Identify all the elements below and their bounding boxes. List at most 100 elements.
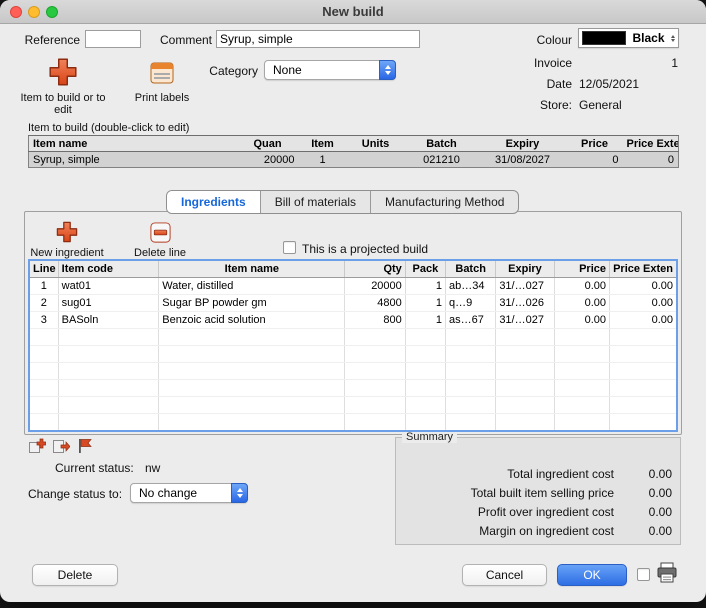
cancel-button[interactable]: Cancel bbox=[462, 564, 547, 586]
projected-build-checkbox[interactable] bbox=[283, 241, 296, 254]
print-checkbox[interactable] bbox=[637, 568, 650, 581]
tab-bar: Ingredients Bill of materials Manufactur… bbox=[166, 190, 519, 214]
cell-qty: 800 bbox=[345, 312, 405, 329]
change-status-dropdown[interactable]: No change bbox=[130, 483, 248, 503]
colour-label: Colour bbox=[518, 33, 572, 47]
category-dropdown[interactable]: None bbox=[264, 60, 396, 80]
delete-button[interactable]: Delete bbox=[32, 564, 118, 586]
cell-batch: as…67 bbox=[446, 312, 496, 329]
tab-ingredients[interactable]: Ingredients bbox=[167, 191, 260, 213]
printer-icon bbox=[655, 561, 679, 585]
new-ingredient-caption: New ingredient bbox=[24, 247, 110, 259]
print-button[interactable] bbox=[655, 561, 679, 585]
col-item-name: Item name bbox=[159, 261, 345, 278]
new-ingredient-button[interactable] bbox=[55, 220, 79, 244]
cell-item-code: sug01 bbox=[58, 295, 159, 312]
cell-item-name: Sugar BP powder gm bbox=[159, 295, 345, 312]
add-from-list-button[interactable] bbox=[28, 437, 46, 455]
col-item-code: Item code bbox=[58, 261, 159, 278]
change-status-label: Change status to: bbox=[28, 487, 122, 501]
empty-row[interactable] bbox=[30, 346, 676, 363]
cell-expiry: 31/…026 bbox=[496, 295, 554, 312]
colour-arrows-icon bbox=[671, 35, 675, 42]
window-title: New build bbox=[0, 4, 706, 19]
tab-bill-of-materials[interactable]: Bill of materials bbox=[260, 191, 370, 213]
ingredient-row[interactable]: 1 wat01 Water, distilled 20000 1 ab…34 3… bbox=[30, 278, 676, 295]
title-bar: New build bbox=[0, 0, 706, 24]
cell-line: 1 bbox=[30, 278, 58, 295]
flag-lines-button[interactable] bbox=[76, 437, 94, 455]
comment-label: Comment bbox=[158, 33, 212, 47]
reference-input[interactable] bbox=[85, 30, 141, 48]
colour-swatch bbox=[582, 31, 626, 45]
item-to-build-button[interactable] bbox=[47, 56, 79, 88]
item-table-row[interactable]: Syrup, simple 20000 1 021210 31/08/2027 … bbox=[29, 152, 679, 168]
cell-item-name: Water, distilled bbox=[159, 278, 345, 295]
cell-item: 1 bbox=[299, 152, 347, 168]
cell-item-name: Syrup, simple bbox=[29, 152, 237, 168]
summary-value: 0.00 bbox=[632, 524, 672, 538]
empty-row[interactable] bbox=[30, 329, 676, 346]
cell-price: 0 bbox=[567, 152, 623, 168]
cell-quan: 20000 bbox=[237, 152, 299, 168]
cell-expiry: 31/08/2027 bbox=[479, 152, 567, 168]
red-plus-icon bbox=[55, 220, 79, 244]
colour-picker[interactable]: Black bbox=[578, 28, 679, 48]
dropdown-arrows-icon bbox=[231, 483, 248, 503]
summary-label: Total ingredient cost bbox=[404, 467, 632, 481]
col-price: Price bbox=[554, 261, 609, 278]
store-value: General bbox=[579, 98, 622, 112]
projected-build-label: This is a projected build bbox=[302, 242, 428, 256]
empty-row[interactable] bbox=[30, 363, 676, 380]
empty-row[interactable] bbox=[30, 380, 676, 397]
cell-batch: 021210 bbox=[405, 152, 479, 168]
summary-value: 0.00 bbox=[632, 467, 672, 481]
cell-item-code: BASoln bbox=[58, 312, 159, 329]
cell-expiry: 31/…027 bbox=[496, 278, 554, 295]
col-price-exten: Price Exten bbox=[623, 136, 679, 152]
ingredients-table: Line Item code Item name Qty Pack Batch … bbox=[30, 261, 676, 431]
empty-row[interactable] bbox=[30, 414, 676, 431]
item-to-build-caption: Item to build or to edit bbox=[12, 92, 114, 116]
cell-batch: q…9 bbox=[446, 295, 496, 312]
delete-line-button[interactable] bbox=[149, 221, 172, 244]
invoice-value: 1 bbox=[598, 56, 678, 70]
tab-manufacturing-method[interactable]: Manufacturing Method bbox=[370, 191, 518, 213]
cell-price: 0.00 bbox=[554, 295, 609, 312]
ingredient-row[interactable]: 3 BASoln Benzoic acid solution 800 1 as…… bbox=[30, 312, 676, 329]
red-cross-icon bbox=[47, 56, 79, 88]
ingredient-row[interactable]: 2 sug01 Sugar BP powder gm 4800 1 q…9 31… bbox=[30, 295, 676, 312]
print-labels-caption: Print labels bbox=[119, 92, 205, 104]
cell-pack: 1 bbox=[405, 278, 445, 295]
change-status-value: No change bbox=[139, 486, 197, 500]
ok-button[interactable]: OK bbox=[557, 564, 627, 586]
cell-expiry: 31/…027 bbox=[496, 312, 554, 329]
cell-qty: 4800 bbox=[345, 295, 405, 312]
current-status-value: nw bbox=[145, 461, 160, 475]
item-table-header-row: Item name Quan Item Units Batch Expiry P… bbox=[29, 136, 679, 152]
cell-line: 3 bbox=[30, 312, 58, 329]
col-expiry: Expiry bbox=[479, 136, 567, 152]
summary-label: Margin on ingredient cost bbox=[404, 524, 632, 538]
copy-lines-button[interactable] bbox=[52, 437, 70, 455]
cell-price-exten: 0.00 bbox=[610, 295, 677, 312]
cell-price: 0.00 bbox=[554, 278, 609, 295]
comment-input[interactable] bbox=[216, 30, 420, 48]
print-labels-button[interactable] bbox=[149, 60, 175, 86]
col-qty: Qty bbox=[345, 261, 405, 278]
col-pack: Pack bbox=[405, 261, 445, 278]
copy-lines-icon bbox=[52, 437, 70, 455]
dropdown-arrows-icon bbox=[379, 60, 396, 80]
new-build-window: New build Reference Comment Colour Black… bbox=[0, 0, 706, 602]
cell-qty: 20000 bbox=[345, 278, 405, 295]
cell-line: 2 bbox=[30, 295, 58, 312]
add-lines-icon bbox=[28, 437, 46, 455]
col-item-name: Item name bbox=[29, 136, 237, 152]
delete-line-caption: Delete line bbox=[118, 247, 202, 259]
empty-row[interactable] bbox=[30, 397, 676, 414]
label-icon bbox=[149, 60, 175, 86]
cell-pack: 1 bbox=[405, 295, 445, 312]
category-label: Category bbox=[198, 64, 258, 78]
summary-label: Total built item selling price bbox=[404, 486, 632, 500]
col-batch: Batch bbox=[405, 136, 479, 152]
